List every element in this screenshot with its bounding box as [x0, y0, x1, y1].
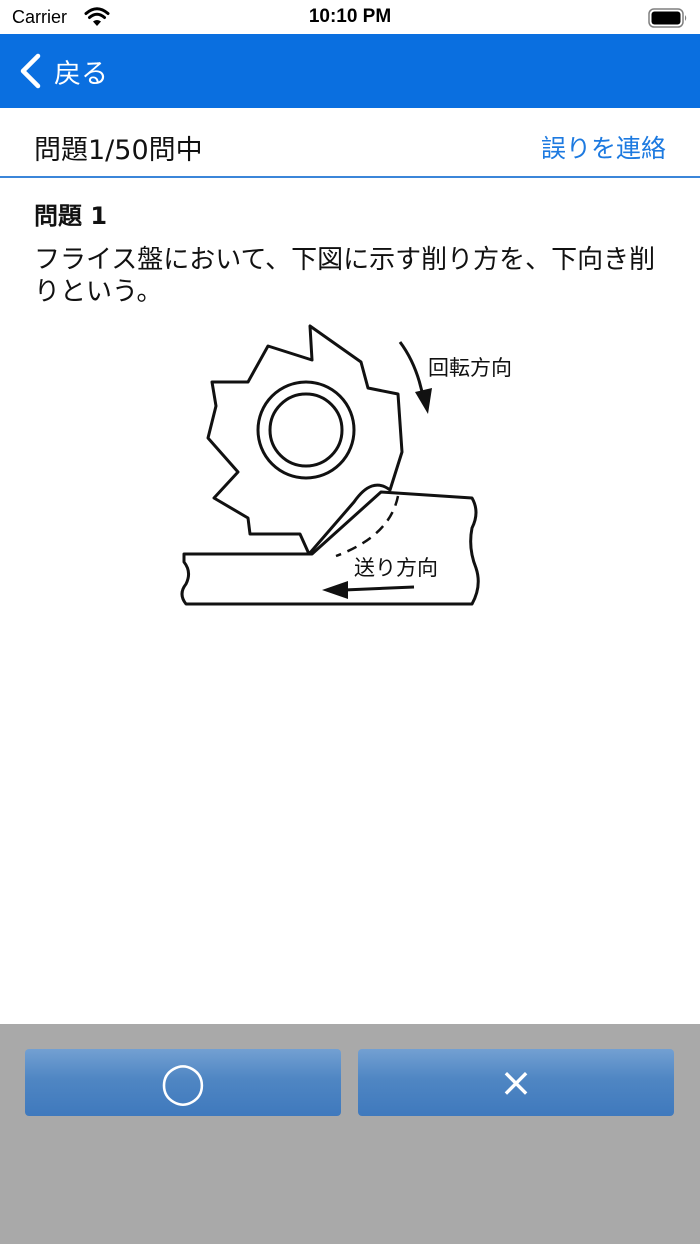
correct-answer-button[interactable]: ◯ [25, 1049, 341, 1116]
question-progress: 問題1/50問中 [34, 135, 203, 166]
status-bar: Carrier 10:10 PM [0, 0, 700, 34]
back-button[interactable]: 戻る [18, 48, 108, 94]
feed-label: 送り方向 [354, 556, 438, 580]
rotation-label: 回転方向 [428, 356, 512, 380]
question-title: 問題 1 [34, 202, 108, 230]
answer-area: ◯ × [0, 1024, 700, 1244]
chevron-left-icon [20, 53, 41, 89]
circle-icon: ◯ [160, 1059, 206, 1106]
battery-icon [648, 8, 688, 32]
milling-diagram: 回転方向 送り方向 [180, 324, 512, 606]
report-error-link[interactable]: 誤りを連絡 [541, 129, 666, 165]
cross-icon: × [499, 1059, 533, 1106]
question-text: フライス盤において、下図に示す削り方を、下向き削りという。 [34, 245, 656, 307]
wrong-answer-button[interactable]: × [358, 1049, 674, 1116]
navigation-bar: 戻る [0, 34, 700, 108]
question-header: 問題1/50問中 誤りを連絡 [0, 108, 700, 178]
clock: 10:10 PM [308, 6, 392, 27]
back-label: 戻る [54, 58, 108, 90]
